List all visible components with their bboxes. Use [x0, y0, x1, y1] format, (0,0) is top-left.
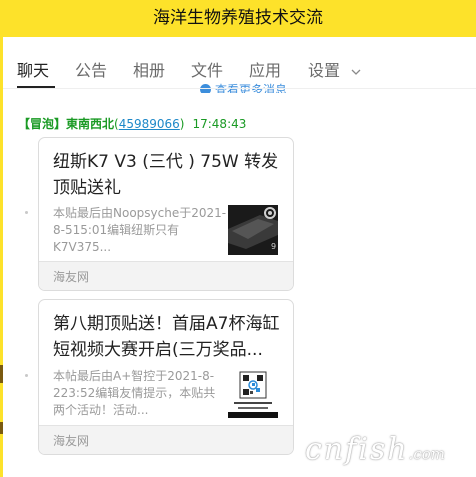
site-watermark: cnfish.com — [305, 432, 445, 467]
message-header: 【冒泡】東南西北(45989066) 17:48:43 — [18, 117, 247, 131]
tab-chat[interactable]: 聊天 — [17, 57, 49, 81]
tab-bar-divider — [3, 88, 476, 89]
shared-post-card[interactable]: 纽斯K7 V3 (三代 ) 75W 转发顶贴送礼 本贴最后由Noopsyche于… — [38, 137, 294, 291]
post-source-bar: 海友网 — [39, 261, 293, 290]
sender-id-link[interactable]: 45989066 — [119, 117, 180, 131]
contest-qr-poster-icon — [228, 368, 278, 418]
window-title: 海洋生物养殖技术交流 — [153, 8, 323, 28]
post-title: 纽斯K7 V3 (三代 ) 75W 转发顶贴送礼 — [53, 152, 279, 198]
post-source: 海友网 — [53, 270, 90, 284]
tab-apps[interactable]: 应用 — [249, 57, 281, 81]
left-edge-strip — [0, 37, 3, 477]
svg-text:9: 9 — [271, 242, 276, 251]
chevron-down-icon — [351, 69, 361, 75]
shared-post-card[interactable]: 第八期顶贴送！首届A7杯海缸短视频大赛开启(三万奖品... 本帖最后由A+智控于… — [38, 299, 294, 455]
message-bullet — [25, 211, 28, 214]
sender-name[interactable]: 東南西北 — [66, 117, 114, 131]
aquarium-light-product-photo-icon: 9 — [228, 205, 278, 255]
post-source: 海友网 — [53, 434, 90, 448]
watermark-main: cnfish — [305, 432, 409, 467]
tab-album[interactable]: 相册 — [133, 57, 165, 81]
post-title: 第八期顶贴送！首届A7杯海缸短视频大赛开启(三万奖品... — [53, 314, 280, 360]
tab-settings-label: 设置 — [308, 61, 341, 80]
tab-settings[interactable]: 设置 — [308, 57, 361, 81]
message-bullet — [25, 374, 28, 377]
window-title-bar: 海洋生物养殖技术交流 — [0, 0, 476, 37]
post-description: 本贴最后由Noopsyche于2021-8-515:01编辑纽斯只有K7V375… — [53, 206, 227, 254]
tab-announcements[interactable]: 公告 — [75, 57, 107, 81]
post-source-bar: 海友网 — [39, 425, 293, 454]
tab-bar: 聊天 公告 相册 文件 应用 设置 — [3, 37, 476, 89]
message-time: 17:48:43 — [192, 117, 247, 131]
post-description: 本帖最后由A+智控于2021-8-223:52编辑友情提示，本贴共两个活动！活动… — [53, 369, 216, 417]
message-tag: 【冒泡】 — [18, 117, 67, 131]
tab-files[interactable]: 文件 — [191, 57, 223, 81]
watermark-suffix: .com — [408, 445, 445, 463]
